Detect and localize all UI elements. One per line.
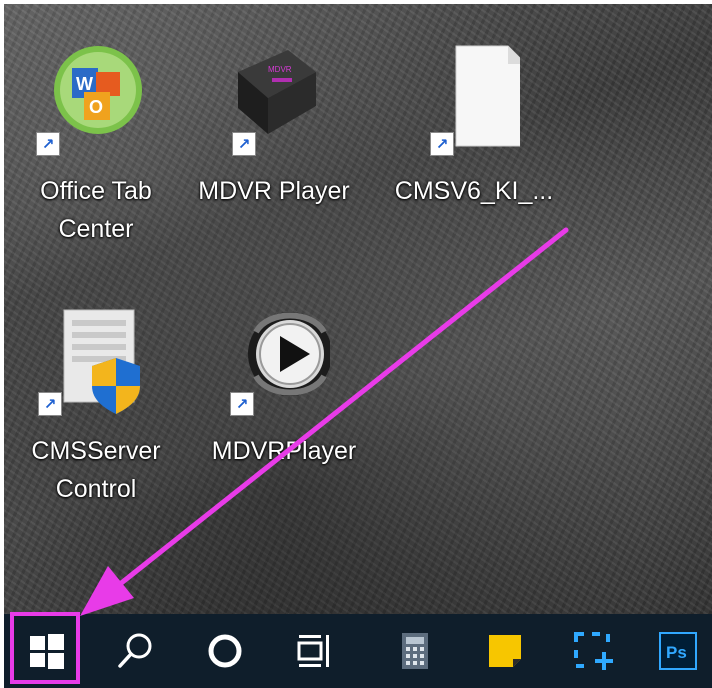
photoshop-icon: Ps [659, 632, 697, 670]
search-icon [118, 633, 152, 668]
desktop-icon-office-tab-center[interactable]: W O ↗ Office Tab Center [16, 42, 176, 252]
sticky-notes-button[interactable] [470, 614, 540, 688]
desktop[interactable]: W O ↗ Office Tab Center MDVR ↗ MDVR Play… [4, 4, 712, 614]
svg-text:O: O [89, 97, 103, 117]
snip-sketch-icon [574, 632, 613, 670]
svg-text:MDVR: MDVR [268, 65, 292, 74]
office-tab-center-icon: W O [54, 46, 142, 134]
cortana-icon [208, 634, 242, 668]
cms-server-control-icon [63, 309, 140, 414]
shortcut-arrow-icon: ↗ [430, 132, 454, 156]
photoshop-label: Ps [666, 643, 687, 662]
shortcut-arrow-icon: ↗ [38, 392, 62, 416]
task-view-icon [297, 635, 329, 667]
shortcut-arrow-icon: ↗ [230, 392, 254, 416]
shortcut-arrow-icon: ↗ [36, 132, 60, 156]
desktop-icon-mdvr-player[interactable]: MDVR ↗ MDVR Player [194, 42, 354, 222]
desktop-icon-cmsv6-file[interactable]: ↗ CMSV6_KI_... [394, 42, 554, 222]
icon-label: MDVRPlayer [211, 437, 357, 465]
cortana-button[interactable] [190, 614, 260, 688]
calculator-button[interactable] [380, 614, 450, 688]
task-view-button[interactable] [278, 614, 348, 688]
shortcut-arrow-icon: ↗ [232, 132, 256, 156]
search-button[interactable] [100, 614, 170, 688]
desktop-icon-cmsserver-control[interactable]: ↗ CMSServer Control [16, 304, 176, 514]
icon-label: Center [58, 215, 134, 243]
desktop-icon-mdvrplayer[interactable]: ↗ MDVRPlayer [204, 304, 364, 484]
calculator-icon [402, 633, 428, 669]
icon-label: CMSV6_KI_... [394, 177, 554, 205]
sticky-notes-icon [489, 635, 521, 667]
svg-text:W: W [76, 74, 93, 94]
photoshop-button[interactable]: Ps [644, 614, 712, 688]
snip-sketch-button[interactable] [558, 614, 628, 688]
icon-label: CMSServer [31, 437, 161, 465]
icon-label: Office Tab [40, 177, 152, 205]
icon-label: Control [55, 475, 137, 503]
taskbar: Ps [4, 614, 712, 688]
start-highlight-box [10, 612, 80, 684]
icon-label: MDVR Player [198, 177, 350, 205]
